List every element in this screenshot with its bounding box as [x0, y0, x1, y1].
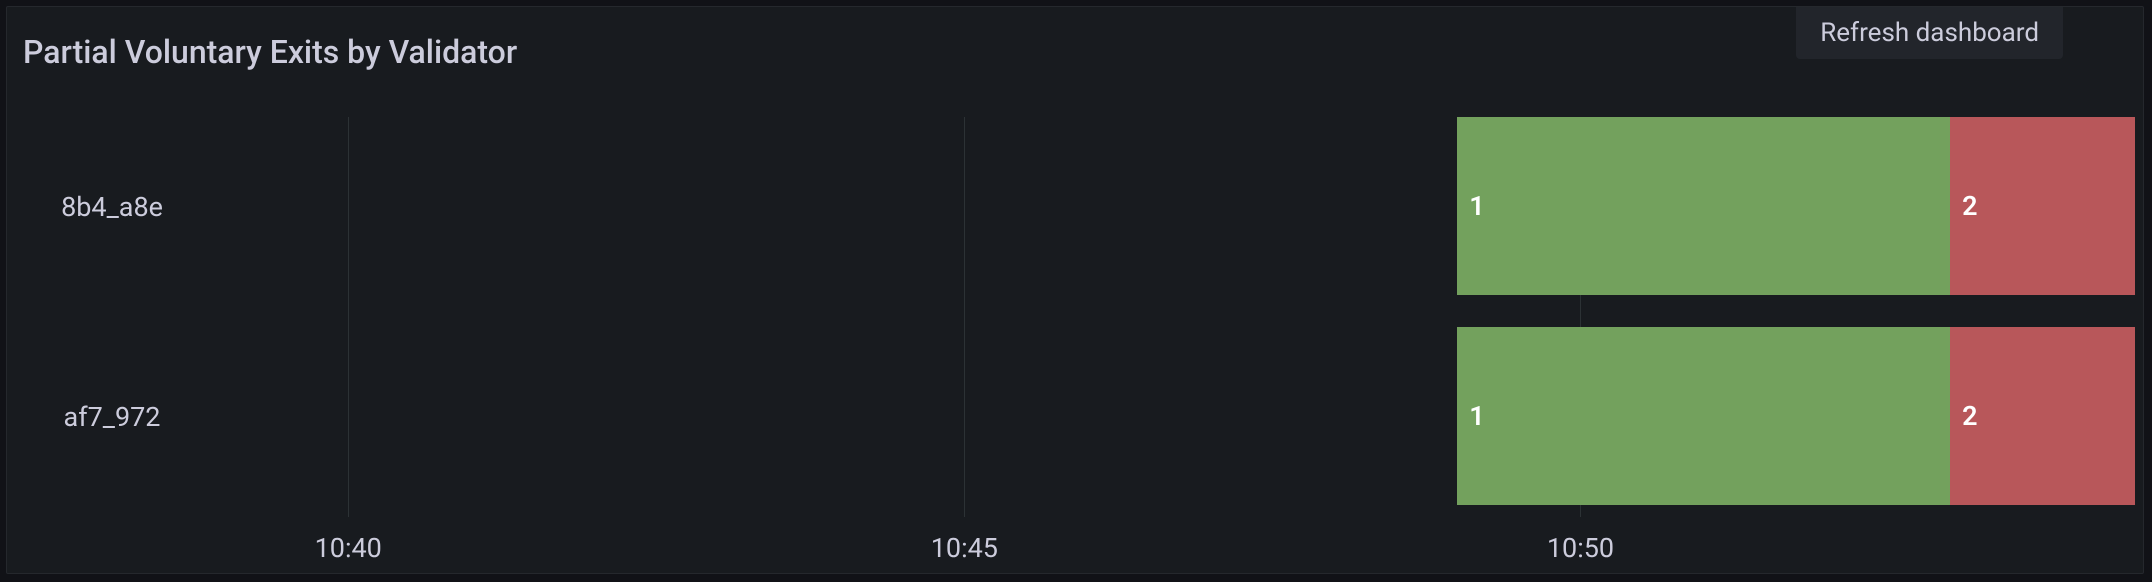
chart-canvas: 1212	[225, 117, 2135, 517]
y-axis-category-label: 8b4_a8e	[7, 191, 217, 223]
dashboard-panel: Partial Voluntary Exits by Validator Ref…	[6, 6, 2144, 574]
gridline	[964, 117, 965, 517]
chart-plot-area: 1212 8b4_a8eaf7_972 10:4010:4510:50	[7, 117, 2133, 517]
x-axis-tick-label: 10:50	[1547, 532, 1614, 564]
x-axis-tick-label: 10:45	[931, 532, 998, 564]
gridline	[348, 117, 349, 517]
bar-segment-value: 2	[1962, 190, 1977, 222]
bar-segment[interactable]: 2	[1950, 117, 2135, 295]
bar-segment[interactable]: 1	[1457, 117, 1950, 295]
panel-title: Partial Voluntary Exits by Validator	[23, 33, 517, 71]
refresh-dashboard-button[interactable]: Refresh dashboard	[1796, 7, 2063, 59]
y-axis-category-label: af7_972	[7, 401, 217, 433]
bar-segment-value: 1	[1469, 190, 1484, 222]
bar-segment[interactable]: 1	[1457, 327, 1950, 505]
x-axis-tick-label: 10:40	[315, 532, 382, 564]
bar-segment[interactable]: 2	[1950, 327, 2135, 505]
bar-row: 12	[1457, 117, 2135, 295]
bar-segment-value: 2	[1962, 400, 1977, 432]
bar-segment-value: 1	[1469, 400, 1484, 432]
bar-row: 12	[1457, 327, 2135, 505]
